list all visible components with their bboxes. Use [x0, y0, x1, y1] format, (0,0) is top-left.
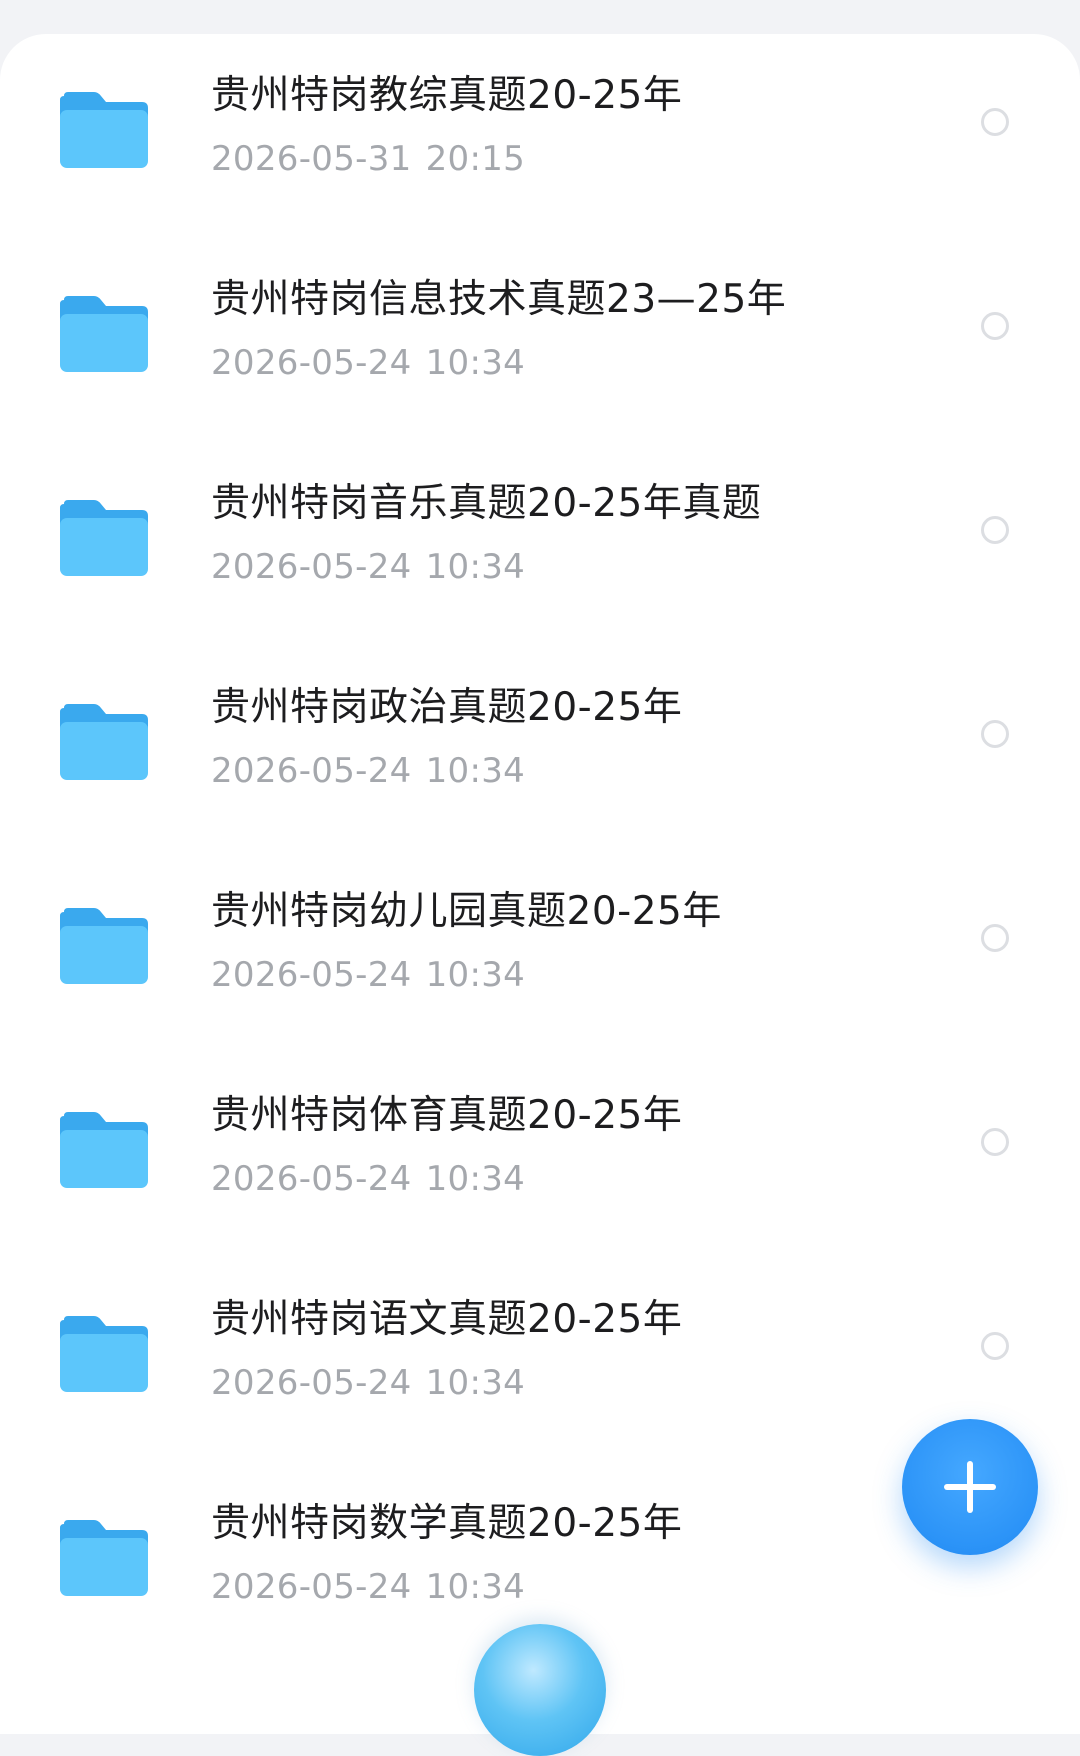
folder-modified: 2026-05-24 10:34: [211, 1562, 525, 1612]
folder-icon: [60, 1520, 148, 1596]
list-item[interactable]: 贵州特岗幼儿园真题20-25年 2026-05-24 10:34: [0, 888, 1080, 1092]
folder-modified: 2026-05-31 20:15: [211, 134, 525, 184]
folder-time: 10:34: [425, 955, 526, 995]
folder-date: 2026-05-24: [211, 1567, 412, 1607]
folder-name: 贵州特岗体育真题20-25年: [211, 1093, 683, 1138]
folder-icon: [60, 1316, 148, 1392]
folder-time: 10:34: [425, 1159, 526, 1199]
folder-name: 贵州特岗幼儿园真题20-25年: [211, 889, 722, 934]
select-radio[interactable]: [981, 924, 1009, 952]
folder-name: 贵州特岗语文真题20-25年: [211, 1297, 683, 1342]
folder-date: 2026-05-24: [211, 343, 412, 383]
list-item[interactable]: 贵州特岗信息技术真题23—25年 2026-05-24 10:34: [0, 276, 1080, 480]
folder-modified: 2026-05-24 10:34: [211, 1358, 525, 1408]
folder-name: 贵州特岗音乐真题20-25年真题: [211, 481, 762, 526]
folder-modified: 2026-05-24 10:34: [211, 950, 525, 1000]
folder-modified: 2026-05-24 10:34: [211, 746, 525, 796]
folder-name: 贵州特岗教综真题20-25年: [211, 73, 683, 118]
folder-date: 2026-05-31: [211, 139, 412, 179]
folder-time: 10:34: [425, 343, 526, 383]
folder-icon: [60, 1112, 148, 1188]
select-radio[interactable]: [981, 516, 1009, 544]
folder-modified: 2026-05-24 10:34: [211, 542, 525, 592]
folder-time: 20:15: [425, 139, 526, 179]
folder-date: 2026-05-24: [211, 547, 412, 587]
list-item[interactable]: 贵州特岗政治真题20-25年 2026-05-24 10:34: [0, 684, 1080, 888]
list-item[interactable]: 贵州特岗教综真题20-25年 2026-05-31 20:15: [0, 72, 1080, 276]
select-radio[interactable]: [981, 108, 1009, 136]
select-radio[interactable]: [981, 720, 1009, 748]
plus-icon: [944, 1461, 996, 1513]
folder-date: 2026-05-24: [211, 955, 412, 995]
select-radio[interactable]: [981, 1128, 1009, 1156]
folder-icon: [60, 296, 148, 372]
folder-time: 10:34: [425, 1567, 526, 1607]
folder-name: 贵州特岗信息技术真题23—25年: [211, 277, 787, 322]
folder-icon: [60, 908, 148, 984]
list-item[interactable]: 贵州特岗音乐真题20-25年真题 2026-05-24 10:34: [0, 480, 1080, 684]
folder-icon: [60, 500, 148, 576]
select-radio[interactable]: [981, 1332, 1009, 1360]
folder-time: 10:34: [425, 547, 526, 587]
bottom-nav-center-button[interactable]: [474, 1624, 606, 1756]
folder-date: 2026-05-24: [211, 751, 412, 791]
folder-name: 贵州特岗政治真题20-25年: [211, 685, 683, 730]
folder-icon: [60, 704, 148, 780]
folder-modified: 2026-05-24 10:34: [211, 338, 525, 388]
folder-date: 2026-05-24: [211, 1363, 412, 1403]
folder-icon: [60, 92, 148, 168]
folder-modified: 2026-05-24 10:34: [211, 1154, 525, 1204]
select-radio[interactable]: [981, 312, 1009, 340]
folder-date: 2026-05-24: [211, 1159, 412, 1199]
folder-time: 10:34: [425, 751, 526, 791]
add-button[interactable]: [902, 1419, 1038, 1555]
folder-name: 贵州特岗数学真题20-25年: [211, 1501, 683, 1546]
list-item[interactable]: 贵州特岗体育真题20-25年 2026-05-24 10:34: [0, 1092, 1080, 1296]
folder-time: 10:34: [425, 1363, 526, 1403]
